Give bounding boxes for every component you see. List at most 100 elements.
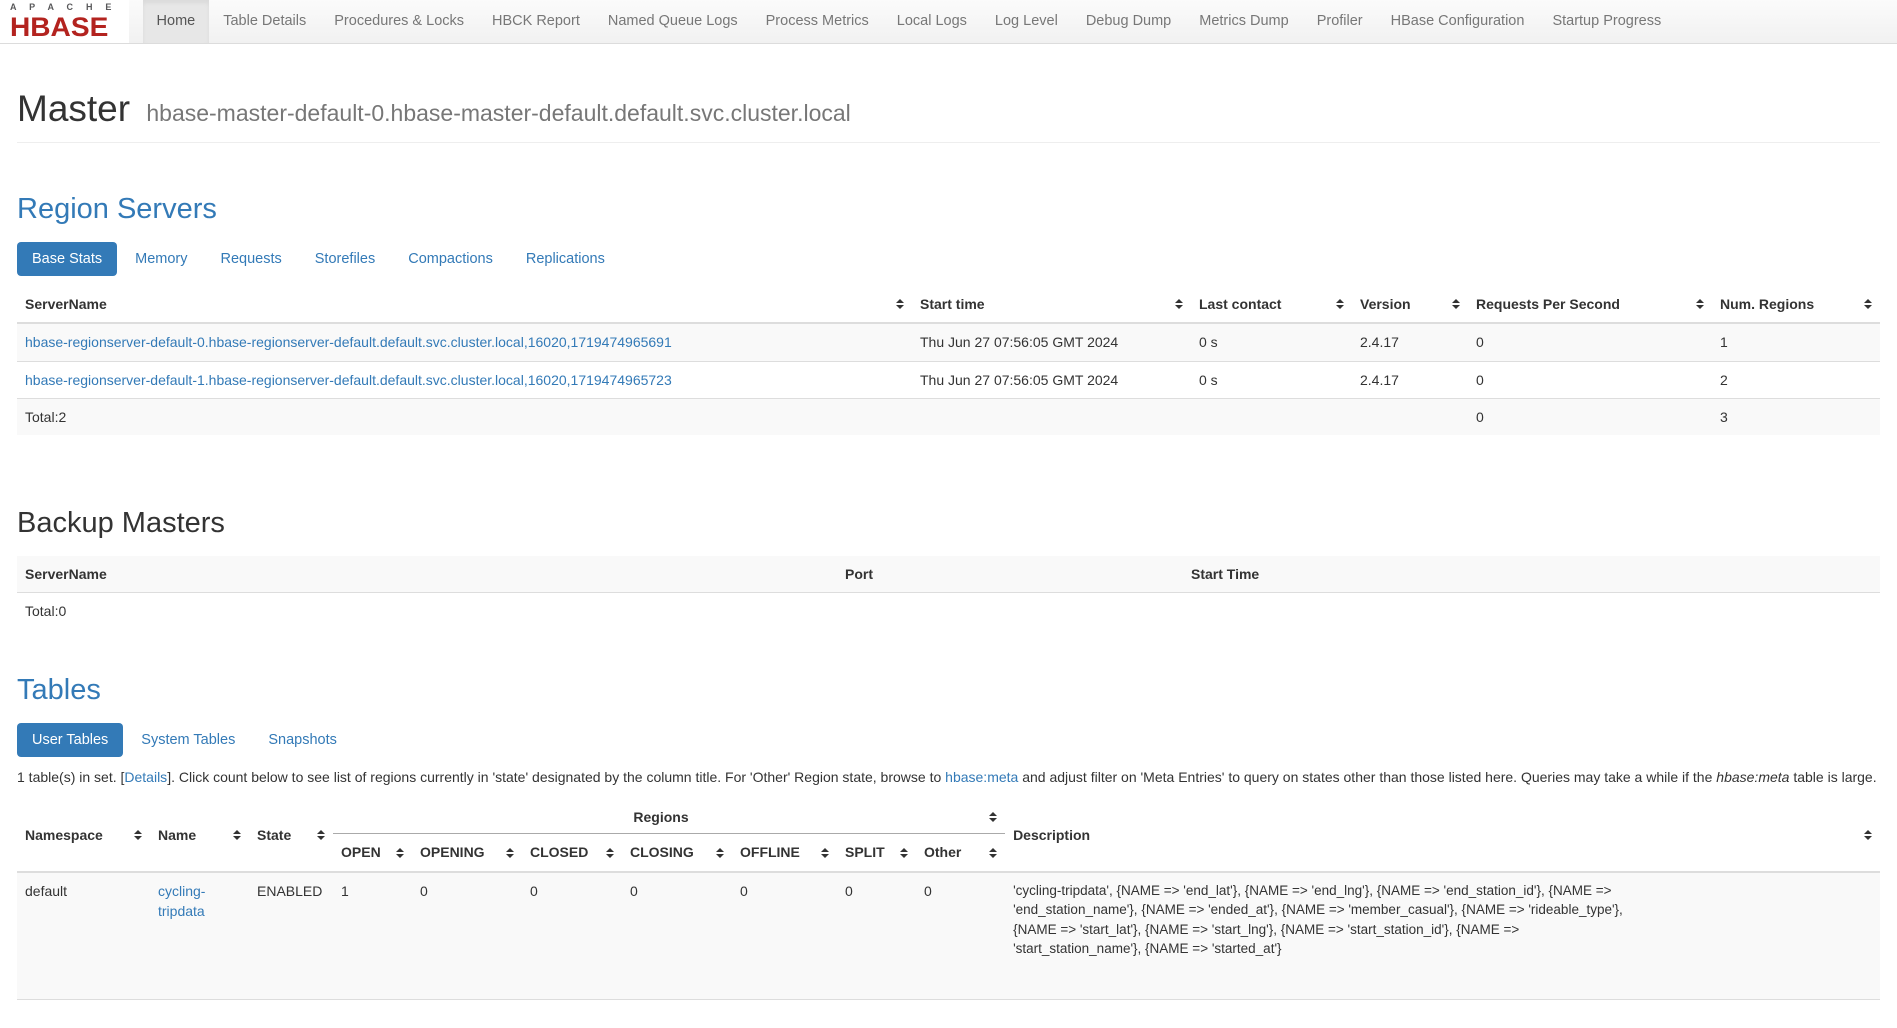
hbase-meta-italic: hbase:meta (1716, 769, 1789, 785)
cell-other: 0 (916, 872, 1005, 1000)
hbase-meta-link[interactable]: hbase:meta (945, 769, 1018, 785)
column-label: Name (158, 825, 196, 845)
region-servers-tabs: Base Stats Memory Requests Storefiles Co… (17, 242, 1880, 276)
column-header-description[interactable]: Description (1005, 799, 1880, 872)
sort-icon (233, 830, 241, 840)
tab-base-stats[interactable]: Base Stats (17, 242, 117, 276)
nav-item-process-metrics[interactable]: Process Metrics (752, 0, 883, 43)
table-row: hbase-regionserver-default-1.hbase-regio… (17, 361, 1880, 398)
region-count-link[interactable]: 1 (341, 883, 349, 899)
cell-servername: hbase-regionserver-default-0.hbase-regio… (17, 323, 912, 361)
page-header: Master hbase-master-default-0.hbase-mast… (17, 88, 1880, 143)
nav-menu: Home Table Details Procedures & Locks HB… (143, 0, 1676, 43)
tab-replications[interactable]: Replications (511, 242, 620, 276)
nav-item-hbck-report[interactable]: HBCK Report (478, 0, 594, 43)
cell-split: 0 (837, 872, 916, 1000)
cell-requests-per-second: 0 (1468, 323, 1712, 361)
nav-item-profiler[interactable]: Profiler (1303, 0, 1377, 43)
hbase-logo[interactable]: A P A C H E HBASE (0, 0, 129, 43)
regionserver-link[interactable]: hbase-regionserver-default-1.hbase-regio… (25, 372, 672, 388)
sort-icon (896, 299, 904, 309)
cell-last-contact: 0 s (1191, 323, 1352, 361)
column-label: Regions (341, 807, 981, 827)
column-group-regions[interactable]: Regions (333, 799, 1005, 834)
tab-system-tables[interactable]: System Tables (126, 723, 250, 757)
column-header-opening[interactable]: OPENING (412, 834, 522, 872)
nav-item-startup-progress[interactable]: Startup Progress (1538, 0, 1675, 43)
nav-item-debug-dump[interactable]: Debug Dump (1072, 0, 1185, 43)
column-header-start-time[interactable]: Start time (912, 286, 1191, 323)
cell-total-rps: 0 (1468, 398, 1712, 435)
note-text: 1 table(s) in set. [ (17, 769, 124, 785)
nav-item-home[interactable]: Home (143, 0, 210, 43)
tab-requests[interactable]: Requests (206, 242, 297, 276)
nav-item-procedures-locks[interactable]: Procedures & Locks (320, 0, 478, 43)
regionserver-link[interactable]: hbase-regionserver-default-0.hbase-regio… (25, 334, 672, 350)
page-title: Master (17, 88, 130, 129)
total-row: Total:0 (17, 593, 1880, 630)
nav-item-log-level[interactable]: Log Level (981, 0, 1072, 43)
column-header-servername[interactable]: ServerName (17, 286, 912, 323)
column-label: Requests Per Second (1476, 294, 1620, 314)
column-header-servername[interactable]: ServerName (17, 556, 837, 593)
logo-hbase-text: HBASE (10, 14, 121, 41)
column-header-port[interactable]: Port (837, 556, 1183, 593)
column-header-split[interactable]: SPLIT (837, 834, 916, 872)
backup-masters-table: ServerName Port Start Time Total:0 (17, 556, 1880, 630)
cell-namespace: default (17, 872, 150, 1000)
cell-num-regions: 1 (1712, 323, 1880, 361)
cell-empty (912, 398, 1191, 435)
column-header-other[interactable]: Other (916, 834, 1005, 872)
cell-empty (1191, 398, 1352, 435)
column-header-namespace[interactable]: Namespace (17, 799, 150, 872)
sort-icon (1452, 299, 1460, 309)
column-header-state[interactable]: State (249, 799, 333, 872)
note-text: and adjust filter on 'Meta Entries' to q… (1018, 769, 1716, 785)
cell-version: 2.4.17 (1352, 361, 1468, 398)
tables-note: 1 table(s) in set. [Details]. Click coun… (17, 767, 1877, 787)
note-text: table is large. (1789, 769, 1876, 785)
region-servers-heading: Region Servers (17, 193, 1880, 226)
column-header-last-contact[interactable]: Last contact (1191, 286, 1352, 323)
table-description-text: 'cycling-tripdata', {NAME => 'end_lat'},… (1013, 881, 1638, 959)
nav-item-local-logs[interactable]: Local Logs (883, 0, 981, 43)
cell-total-regions: 3 (1712, 398, 1880, 435)
cell-open: 1 (333, 872, 412, 1000)
sort-icon (506, 848, 514, 858)
region-servers-header-row: ServerName Start time Last contact Versi… (17, 286, 1880, 323)
sort-icon (317, 830, 325, 840)
column-label: Other (924, 842, 961, 862)
cell-start-time: Thu Jun 27 07:56:05 GMT 2024 (912, 323, 1191, 361)
tables-heading: Tables (17, 674, 1880, 707)
tab-user-tables[interactable]: User Tables (17, 723, 123, 757)
column-label: CLOSED (530, 842, 588, 862)
cell-closed: 0 (522, 872, 622, 1000)
tab-memory[interactable]: Memory (120, 242, 202, 276)
nav-item-named-queue-logs[interactable]: Named Queue Logs (594, 0, 752, 43)
nav-item-hbase-configuration[interactable]: HBase Configuration (1377, 0, 1539, 43)
backup-masters-heading: Backup Masters (17, 507, 1880, 540)
column-label: State (257, 825, 291, 845)
column-header-name[interactable]: Name (150, 799, 249, 872)
tab-storefiles[interactable]: Storefiles (300, 242, 390, 276)
column-header-start-time[interactable]: Start Time (1183, 556, 1880, 593)
table-row: hbase-regionserver-default-0.hbase-regio… (17, 323, 1880, 361)
cell-opening: 0 (412, 872, 522, 1000)
tab-snapshots[interactable]: Snapshots (253, 723, 352, 757)
nav-item-metrics-dump[interactable]: Metrics Dump (1185, 0, 1302, 43)
column-header-closed[interactable]: CLOSED (522, 834, 622, 872)
column-header-closing[interactable]: CLOSING (622, 834, 732, 872)
table-name-link[interactable]: cycling-tripdata (158, 883, 205, 919)
column-header-num-regions[interactable]: Num. Regions (1712, 286, 1880, 323)
column-header-offline[interactable]: OFFLINE (732, 834, 837, 872)
user-tables-table: Namespace Name State Regions Description… (17, 799, 1880, 1000)
tab-compactions[interactable]: Compactions (393, 242, 508, 276)
column-header-requests-per-second[interactable]: Requests Per Second (1468, 286, 1712, 323)
cell-start-time: Thu Jun 27 07:56:05 GMT 2024 (912, 361, 1191, 398)
column-label: ServerName (25, 294, 107, 314)
column-header-version[interactable]: Version (1352, 286, 1468, 323)
nav-item-table-details[interactable]: Table Details (209, 0, 320, 43)
cell-offline: 0 (732, 872, 837, 1000)
column-header-open[interactable]: OPEN (333, 834, 412, 872)
details-link[interactable]: Details (124, 769, 167, 785)
